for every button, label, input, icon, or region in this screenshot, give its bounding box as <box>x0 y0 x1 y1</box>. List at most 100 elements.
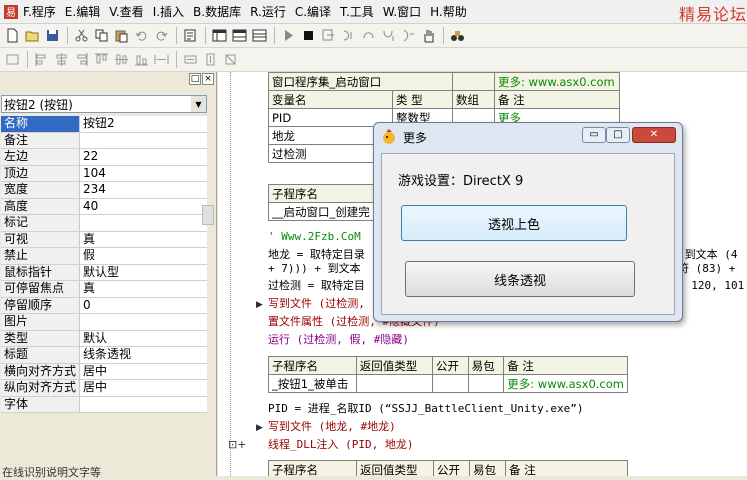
layout3-icon[interactable] <box>250 26 269 45</box>
menu-help[interactable]: H.帮助 <box>430 3 467 20</box>
layout1-icon[interactable] <box>210 26 229 45</box>
run-to-icon[interactable] <box>399 26 418 45</box>
find-icon[interactable] <box>181 26 200 45</box>
property-row[interactable]: 备注 <box>1 132 207 149</box>
maximize-icon[interactable]: □ <box>606 127 630 143</box>
property-row[interactable]: 纵向对齐方式 居中 <box>1 380 207 397</box>
hand-icon[interactable] <box>419 26 438 45</box>
property-value[interactable]: 假 <box>80 248 207 264</box>
property-value[interactable]: 默认型 <box>80 264 207 280</box>
property-row[interactable]: 鼠标指针 默认型 <box>1 264 207 281</box>
menu-window[interactable]: W.窗口 <box>383 3 421 20</box>
property-value[interactable]: 40 <box>80 198 207 214</box>
menu-database[interactable]: B.数据库 <box>193 3 241 20</box>
step-out-icon[interactable] <box>379 26 398 45</box>
property-row[interactable]: 宽度 234 <box>1 182 207 199</box>
cut-icon[interactable] <box>72 26 91 45</box>
more-link[interactable]: 更多: www.asx0.com <box>494 72 620 91</box>
breakpoint-marker-icon[interactable]: ⊡+ <box>228 438 246 451</box>
property-row[interactable]: 高度 40 <box>1 198 207 215</box>
property-value[interactable]: 104 <box>80 165 207 181</box>
property-row[interactable]: 可停留焦点真 <box>1 281 207 298</box>
handler-name[interactable]: _按钮1_被单击 <box>268 374 357 393</box>
panel-close-icon[interactable]: × <box>202 73 214 85</box>
expand-marker-icon[interactable]: ▶ <box>256 423 263 433</box>
step-over-icon[interactable] <box>359 26 378 45</box>
close-icon[interactable]: ✕ <box>632 127 676 143</box>
property-value[interactable] <box>80 215 207 231</box>
property-value[interactable]: 按钮2 <box>80 116 207 132</box>
more-link[interactable]: 更多: www.asx0.com <box>503 374 628 393</box>
property-row[interactable]: 图片 <box>1 314 207 331</box>
minimize-icon[interactable]: ▭ <box>582 127 606 143</box>
code-line[interactable]: 写到文件 (过检测, <box>268 297 365 311</box>
copy-icon[interactable] <box>92 26 111 45</box>
menu-edit[interactable]: E.编辑 <box>65 3 100 20</box>
property-value[interactable]: 0 <box>80 297 207 313</box>
same-width-icon[interactable] <box>181 50 200 69</box>
menu-tools[interactable]: T.工具 <box>340 3 374 20</box>
binoculars-icon[interactable] <box>448 26 467 45</box>
align-middle-icon[interactable] <box>112 50 131 69</box>
property-value[interactable]: 居中 <box>80 363 207 379</box>
align-right-icon[interactable] <box>72 50 91 69</box>
expand-marker-icon[interactable]: ▶ <box>256 300 263 310</box>
property-value[interactable]: 22 <box>80 149 207 165</box>
menu-insert[interactable]: I.插入 <box>153 3 184 20</box>
property-value[interactable] <box>80 132 207 148</box>
code-line[interactable]: PID = 进程_名取ID (“SSJJ_BattleClient_Unity.… <box>268 402 584 416</box>
property-row[interactable]: 类型 默认 <box>1 330 207 347</box>
align-left-icon[interactable] <box>32 50 51 69</box>
property-value[interactable] <box>80 314 207 330</box>
chevron-down-icon[interactable]: ▼ <box>191 96 206 112</box>
code-line[interactable]: 运行 (过检测, 假, #隐藏) <box>268 333 409 347</box>
align-top-icon[interactable] <box>92 50 111 69</box>
paste-icon[interactable] <box>112 26 131 45</box>
object-selector[interactable]: 按钮2 (按钮) ▼ <box>1 95 207 113</box>
redo-icon[interactable] <box>152 26 171 45</box>
pin-icon[interactable]: □ <box>189 73 201 85</box>
property-value[interactable]: 234 <box>80 182 207 198</box>
menu-program[interactable]: F.程序 <box>23 3 56 20</box>
property-row[interactable]: 停留顺序 0 <box>1 297 207 314</box>
property-row[interactable]: 标题 线条透视 <box>1 347 207 364</box>
property-row[interactable]: 名称 按钮2 <box>1 116 207 133</box>
save-icon[interactable] <box>43 26 62 45</box>
align-center-icon[interactable] <box>52 50 71 69</box>
property-value[interactable] <box>80 396 207 412</box>
property-row[interactable]: 字体 <box>1 396 207 413</box>
property-row[interactable]: 禁止假 <box>1 248 207 265</box>
property-row[interactable]: 标记 <box>1 215 207 232</box>
run-icon[interactable] <box>279 26 298 45</box>
menu-view[interactable]: V.查看 <box>109 3 143 20</box>
layout2-icon[interactable] <box>230 26 249 45</box>
property-row[interactable]: 顶边 104 <box>1 165 207 182</box>
property-value[interactable]: 真 <box>80 281 207 297</box>
property-row[interactable]: 左边 22 <box>1 149 207 166</box>
step-into-icon[interactable] <box>339 26 358 45</box>
stop-icon[interactable] <box>299 26 318 45</box>
align-grid-icon[interactable] <box>3 50 22 69</box>
undo-icon[interactable] <box>132 26 151 45</box>
subroutine-name[interactable]: __启动窗口_创建完 <box>268 202 388 221</box>
scrollbar-thumb[interactable] <box>202 205 214 225</box>
property-value[interactable]: 默认 <box>80 330 207 346</box>
same-size-icon[interactable] <box>221 50 240 69</box>
step-icon[interactable] <box>319 26 338 45</box>
code-line[interactable]: 写到文件 (地龙, #地龙) <box>268 420 396 434</box>
property-value[interactable]: 真 <box>80 231 207 247</box>
property-value[interactable]: 线条透视 <box>80 347 207 363</box>
property-row[interactable]: 横向对齐方式 居中 <box>1 363 207 380</box>
space-horizontal-icon[interactable] <box>152 50 171 69</box>
code-line[interactable]: 线程_DLL注入 (PID, 地龙) <box>268 438 413 452</box>
align-bottom-icon[interactable] <box>132 50 151 69</box>
perspective-color-button[interactable]: 透视上色 <box>401 205 627 241</box>
code-line[interactable]: 过检测 = 取特定目 <box>268 279 365 293</box>
open-folder-icon[interactable] <box>23 26 42 45</box>
line-perspective-button[interactable]: 线条透视 <box>405 261 635 297</box>
new-file-icon[interactable] <box>3 26 22 45</box>
property-value[interactable]: 居中 <box>80 380 207 396</box>
comment-line[interactable]: ' Www.2Fzb.CoM <box>268 230 361 244</box>
menu-compile[interactable]: C.编译 <box>295 3 331 20</box>
same-height-icon[interactable] <box>201 50 220 69</box>
